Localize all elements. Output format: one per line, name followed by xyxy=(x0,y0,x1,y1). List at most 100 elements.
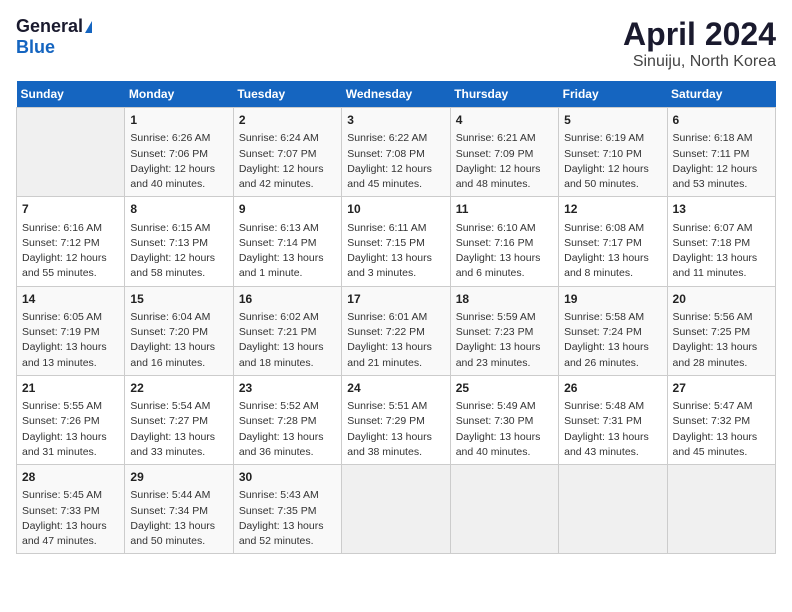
day-number: 27 xyxy=(673,380,770,397)
day-info: Sunrise: 6:04 AM Sunset: 7:20 PM Dayligh… xyxy=(130,310,227,371)
day-number: 23 xyxy=(239,380,336,397)
calendar-cell: 15 Sunrise: 6:04 AM Sunset: 7:20 PM Dayli… xyxy=(125,286,233,375)
day-number: 5 xyxy=(564,112,661,129)
calendar-cell: 23 Sunrise: 5:52 AM Sunset: 7:28 PM Dayli… xyxy=(233,375,341,464)
calendar-cell xyxy=(559,465,667,554)
title-area: April 2024 Sinuiju, North Korea xyxy=(623,16,776,71)
day-info: Sunrise: 6:24 AM Sunset: 7:07 PM Dayligh… xyxy=(239,131,336,192)
day-info: Sunrise: 5:55 AM Sunset: 7:26 PM Dayligh… xyxy=(22,399,119,460)
header-day-sunday: Sunday xyxy=(17,81,125,108)
calendar-cell: 18 Sunrise: 5:59 AM Sunset: 7:23 PM Dayli… xyxy=(450,286,558,375)
day-number: 10 xyxy=(347,201,444,218)
calendar-cell: 6Sunrise: 6:18 AM Sunset: 7:11 PM Daylig… xyxy=(667,108,775,197)
logo-icon xyxy=(85,21,92,33)
day-info: Sunrise: 5:51 AM Sunset: 7:29 PM Dayligh… xyxy=(347,399,444,460)
day-number: 28 xyxy=(22,469,119,486)
day-info: Sunrise: 5:43 AM Sunset: 7:35 PM Dayligh… xyxy=(239,488,336,549)
calendar-cell: 2 Sunrise: 6:24 AM Sunset: 7:07 PM Daylig… xyxy=(233,108,341,197)
day-number: 2 xyxy=(239,112,336,129)
day-info: Sunrise: 5:48 AM Sunset: 7:31 PM Dayligh… xyxy=(564,399,661,460)
day-info: Sunrise: 6:18 AM Sunset: 7:11 PM Dayligh… xyxy=(673,131,770,192)
day-number: 26 xyxy=(564,380,661,397)
calendar-cell: 19Sunrise: 5:58 AM Sunset: 7:24 PM Dayli… xyxy=(559,286,667,375)
day-info: Sunrise: 6:19 AM Sunset: 7:10 PM Dayligh… xyxy=(564,131,661,192)
calendar-cell: 4 Sunrise: 6:21 AM Sunset: 7:09 PM Daylig… xyxy=(450,108,558,197)
calendar-cell xyxy=(342,465,450,554)
day-number: 30 xyxy=(239,469,336,486)
calendar-cell: 29 Sunrise: 5:44 AM Sunset: 7:34 PM Dayli… xyxy=(125,465,233,554)
calendar-header-row: SundayMondayTuesdayWednesdayThursdayFrid… xyxy=(17,81,776,108)
day-info: Sunrise: 6:16 AM Sunset: 7:12 PM Dayligh… xyxy=(22,221,119,282)
day-info: Sunrise: 5:45 AM Sunset: 7:33 PM Dayligh… xyxy=(22,488,119,549)
day-number: 22 xyxy=(130,380,227,397)
day-info: Sunrise: 6:21 AM Sunset: 7:09 PM Dayligh… xyxy=(456,131,553,192)
day-info: Sunrise: 5:58 AM Sunset: 7:24 PM Dayligh… xyxy=(564,310,661,371)
day-info: Sunrise: 5:47 AM Sunset: 7:32 PM Dayligh… xyxy=(673,399,770,460)
day-info: Sunrise: 6:26 AM Sunset: 7:06 PM Dayligh… xyxy=(130,131,227,192)
header-day-monday: Monday xyxy=(125,81,233,108)
day-number: 4 xyxy=(456,112,553,129)
logo: General Blue xyxy=(16,16,92,58)
calendar-cell: 1 Sunrise: 6:26 AM Sunset: 7:06 PM Daylig… xyxy=(125,108,233,197)
day-info: Sunrise: 5:59 AM Sunset: 7:23 PM Dayligh… xyxy=(456,310,553,371)
calendar-week-row: 14 Sunrise: 6:05 AM Sunset: 7:19 PM Dayli… xyxy=(17,286,776,375)
day-info: Sunrise: 5:44 AM Sunset: 7:34 PM Dayligh… xyxy=(130,488,227,549)
day-info: Sunrise: 5:49 AM Sunset: 7:30 PM Dayligh… xyxy=(456,399,553,460)
calendar-week-row: 21 Sunrise: 5:55 AM Sunset: 7:26 PM Dayli… xyxy=(17,375,776,464)
day-number: 21 xyxy=(22,380,119,397)
header-day-saturday: Saturday xyxy=(667,81,775,108)
header-day-wednesday: Wednesday xyxy=(342,81,450,108)
calendar-cell: 5 Sunrise: 6:19 AM Sunset: 7:10 PM Daylig… xyxy=(559,108,667,197)
logo-general-text: General xyxy=(16,16,83,37)
day-number: 7 xyxy=(22,201,119,218)
calendar-cell xyxy=(450,465,558,554)
day-info: Sunrise: 6:15 AM Sunset: 7:13 PM Dayligh… xyxy=(130,221,227,282)
calendar-cell: 8 Sunrise: 6:15 AM Sunset: 7:13 PM Daylig… xyxy=(125,197,233,286)
day-number: 12 xyxy=(564,201,661,218)
calendar-cell: 9Sunrise: 6:13 AM Sunset: 7:14 PM Daylig… xyxy=(233,197,341,286)
calendar-cell: 28 Sunrise: 5:45 AM Sunset: 7:33 PM Dayli… xyxy=(17,465,125,554)
day-info: Sunrise: 6:10 AM Sunset: 7:16 PM Dayligh… xyxy=(456,221,553,282)
day-number: 11 xyxy=(456,201,553,218)
calendar-cell: 22 Sunrise: 5:54 AM Sunset: 7:27 PM Dayli… xyxy=(125,375,233,464)
day-info: Sunrise: 6:01 AM Sunset: 7:22 PM Dayligh… xyxy=(347,310,444,371)
day-number: 15 xyxy=(130,291,227,308)
calendar-cell xyxy=(667,465,775,554)
day-number: 25 xyxy=(456,380,553,397)
day-number: 9 xyxy=(239,201,336,218)
calendar-cell: 7 Sunrise: 6:16 AM Sunset: 7:12 PM Daylig… xyxy=(17,197,125,286)
logo-blue-text: Blue xyxy=(16,37,55,58)
calendar-week-row: 28 Sunrise: 5:45 AM Sunset: 7:33 PM Dayli… xyxy=(17,465,776,554)
calendar-cell: 20Sunrise: 5:56 AM Sunset: 7:25 PM Dayli… xyxy=(667,286,775,375)
day-info: Sunrise: 6:11 AM Sunset: 7:15 PM Dayligh… xyxy=(347,221,444,282)
day-number: 3 xyxy=(347,112,444,129)
calendar-week-row: 7 Sunrise: 6:16 AM Sunset: 7:12 PM Daylig… xyxy=(17,197,776,286)
calendar-cell: 21 Sunrise: 5:55 AM Sunset: 7:26 PM Dayli… xyxy=(17,375,125,464)
header-day-friday: Friday xyxy=(559,81,667,108)
day-number: 29 xyxy=(130,469,227,486)
day-number: 1 xyxy=(130,112,227,129)
day-info: Sunrise: 5:52 AM Sunset: 7:28 PM Dayligh… xyxy=(239,399,336,460)
calendar-cell: 24Sunrise: 5:51 AM Sunset: 7:29 PM Dayli… xyxy=(342,375,450,464)
day-info: Sunrise: 6:08 AM Sunset: 7:17 PM Dayligh… xyxy=(564,221,661,282)
day-number: 16 xyxy=(239,291,336,308)
calendar-week-row: 1 Sunrise: 6:26 AM Sunset: 7:06 PM Daylig… xyxy=(17,108,776,197)
calendar-cell: 27 Sunrise: 5:47 AM Sunset: 7:32 PM Dayli… xyxy=(667,375,775,464)
day-number: 8 xyxy=(130,201,227,218)
day-number: 20 xyxy=(673,291,770,308)
calendar-cell: 13 Sunrise: 6:07 AM Sunset: 7:18 PM Dayli… xyxy=(667,197,775,286)
day-info: Sunrise: 6:07 AM Sunset: 7:18 PM Dayligh… xyxy=(673,221,770,282)
month-title: April 2024 xyxy=(623,16,776,53)
calendar-cell: 14 Sunrise: 6:05 AM Sunset: 7:19 PM Dayli… xyxy=(17,286,125,375)
day-info: Sunrise: 5:54 AM Sunset: 7:27 PM Dayligh… xyxy=(130,399,227,460)
day-number: 18 xyxy=(456,291,553,308)
calendar-cell: 30 Sunrise: 5:43 AM Sunset: 7:35 PM Dayli… xyxy=(233,465,341,554)
day-number: 13 xyxy=(673,201,770,218)
day-number: 14 xyxy=(22,291,119,308)
calendar-cell: 25 Sunrise: 5:49 AM Sunset: 7:30 PM Dayli… xyxy=(450,375,558,464)
header-day-tuesday: Tuesday xyxy=(233,81,341,108)
calendar-cell xyxy=(17,108,125,197)
calendar-cell: 3Sunrise: 6:22 AM Sunset: 7:08 PM Daylig… xyxy=(342,108,450,197)
calendar-cell: 17Sunrise: 6:01 AM Sunset: 7:22 PM Dayli… xyxy=(342,286,450,375)
day-info: Sunrise: 6:05 AM Sunset: 7:19 PM Dayligh… xyxy=(22,310,119,371)
